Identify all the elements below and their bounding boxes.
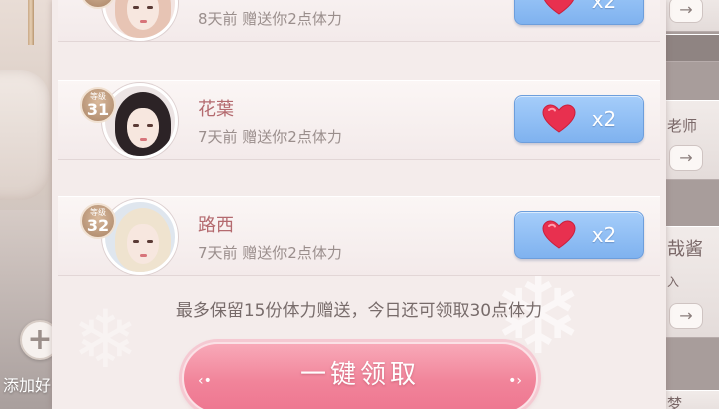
level-badge: 等级 31 xyxy=(80,87,116,123)
friend-name: 路西 xyxy=(198,215,234,236)
side-friend-text: 梦 xyxy=(667,395,683,409)
stamina-limit-note: 最多保留15份体力赠送，今日还可领取30点体力 xyxy=(175,301,543,321)
level-number: 31 xyxy=(86,100,110,119)
claim-stamina-button[interactable]: x2 xyxy=(514,95,644,143)
side-friend-card[interactable]: 梦 xyxy=(665,390,719,409)
side-friend-card[interactable]: → xyxy=(665,0,719,32)
heart-icon xyxy=(542,220,576,249)
level-badge: 等级 32 xyxy=(80,203,116,239)
add-friend-label: 添加好 xyxy=(3,376,52,395)
friend-name: 花葉 xyxy=(198,99,234,120)
claim-quantity: x2 xyxy=(591,0,617,13)
side-friend-text: 入 xyxy=(667,275,680,289)
sparkle-icon: ‹• xyxy=(198,373,212,389)
curtain-pole xyxy=(28,0,34,45)
arrow-right-icon[interactable]: → xyxy=(669,145,703,171)
side-friend-card[interactable]: 老师 → xyxy=(665,100,719,180)
side-friend-text: 老师 xyxy=(667,117,698,135)
claim-stamina-button[interactable]: x2 xyxy=(514,0,644,25)
plus-icon: + xyxy=(27,322,53,357)
friend-row: 8天前 赠送你2点体力 x2 xyxy=(58,0,660,42)
heart-icon xyxy=(542,104,576,133)
stamina-gift-panel: ❄ ❄ 8天前 赠送你2点体力 x2 等级 31 花葉 7天前 赠送你2点体力 … xyxy=(52,0,666,409)
side-friend-text: 哉酱 xyxy=(667,239,703,260)
friend-row: 等级 32 路西 7天前 赠送你2点体力 x2 xyxy=(58,196,660,276)
side-friend-card[interactable]: 哉酱 入 → xyxy=(665,226,719,338)
arrow-right-icon[interactable]: → xyxy=(669,303,703,329)
sofa-decoration xyxy=(0,70,50,200)
claim-all-label: 一键领取 xyxy=(299,359,420,390)
sparkle-icon: •› xyxy=(508,373,522,389)
gift-note: 8天前 赠送你2点体力 xyxy=(198,10,342,28)
claim-quantity: x2 xyxy=(591,107,617,131)
arrow-right-icon[interactable]: → xyxy=(669,0,703,23)
background-friend-list-right: → 老师 → 哉酱 入 → 梦 xyxy=(665,0,719,409)
heart-icon xyxy=(543,0,574,15)
claim-stamina-button[interactable]: x2 xyxy=(514,211,644,259)
claim-all-button[interactable]: ‹• 一键领取 •› xyxy=(182,342,538,409)
claim-quantity: x2 xyxy=(591,223,617,247)
friend-row: 等级 31 花葉 7天前 赠送你2点体力 x2 xyxy=(58,80,660,160)
friend-avatar[interactable] xyxy=(102,0,178,41)
side-divider xyxy=(665,34,719,62)
gift-note: 7天前 赠送你2点体力 xyxy=(198,244,342,262)
level-number: 32 xyxy=(86,216,110,235)
gift-note: 7天前 赠送你2点体力 xyxy=(198,128,342,146)
